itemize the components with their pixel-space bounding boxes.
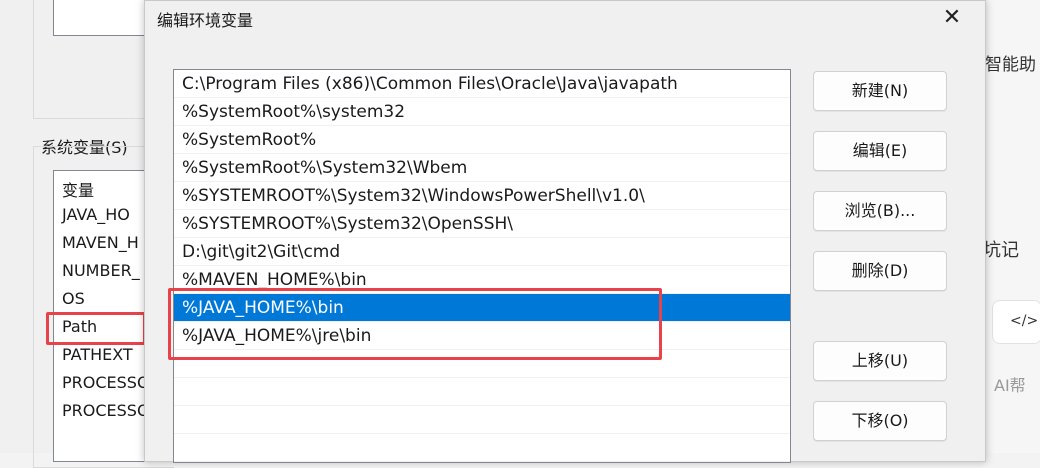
- empty-row[interactable]: [174, 378, 790, 406]
- list-item[interactable]: %SystemRoot%\system32: [174, 98, 790, 126]
- list-item[interactable]: PROCESSO: [62, 401, 150, 420]
- close-button[interactable]: ✕: [937, 3, 967, 33]
- column-header-variable[interactable]: 变量: [62, 177, 94, 201]
- delete-button[interactable]: 删除(D): [813, 251, 947, 291]
- page-text-top: 智能助: [985, 55, 1036, 75]
- list-item[interactable]: PATHEXT: [62, 345, 133, 364]
- background-env-window: 系统变量(S) 变量 JAVA_HO MAVEN_H NUMBER_ OS Pa…: [0, 0, 175, 468]
- page-text-mid[interactable]: 坑记: [983, 236, 1019, 262]
- code-icon: </>: [1010, 313, 1039, 329]
- path-highlight-box: [46, 312, 146, 345]
- list-item[interactable]: %SystemRoot%\System32\Wbem: [174, 154, 790, 182]
- edit-button[interactable]: 编辑(E): [813, 131, 947, 171]
- list-item[interactable]: NUMBER_: [62, 261, 140, 280]
- browse-button[interactable]: 浏览(B)...: [813, 191, 947, 231]
- list-item[interactable]: OS: [62, 289, 85, 308]
- dialog-title: 编辑环境变量: [157, 11, 254, 30]
- code-icon-button[interactable]: </>: [992, 300, 1040, 344]
- empty-row[interactable]: [174, 434, 790, 462]
- empty-row[interactable]: [174, 406, 790, 434]
- java-entries-highlight-box: [168, 288, 662, 360]
- list-item[interactable]: PROCESSO: [62, 373, 150, 392]
- move-down-button[interactable]: 下移(O): [813, 401, 947, 441]
- edit-env-var-dialog: 编辑环境变量 ✕ C:\Program Files (x86)\Common F…: [144, 0, 986, 463]
- move-up-button[interactable]: 上移(U): [813, 341, 947, 381]
- list-item[interactable]: JAVA_HO: [62, 205, 130, 224]
- list-item[interactable]: %SYSTEMROOT%\System32\OpenSSH\: [174, 210, 790, 238]
- list-item[interactable]: %SYSTEMROOT%\System32\WindowsPowerShell\…: [174, 182, 790, 210]
- close-icon: ✕: [942, 5, 962, 30]
- list-item[interactable]: %SystemRoot%: [174, 126, 790, 154]
- list-item[interactable]: D:\git\git2\Git\cmd: [174, 238, 790, 266]
- path-entries-list[interactable]: C:\Program Files (x86)\Common Files\Orac…: [173, 69, 791, 463]
- list-item[interactable]: MAVEN_H: [62, 233, 139, 252]
- list-item[interactable]: C:\Program Files (x86)\Common Files\Orac…: [174, 70, 790, 98]
- new-button[interactable]: 新建(N): [813, 71, 947, 111]
